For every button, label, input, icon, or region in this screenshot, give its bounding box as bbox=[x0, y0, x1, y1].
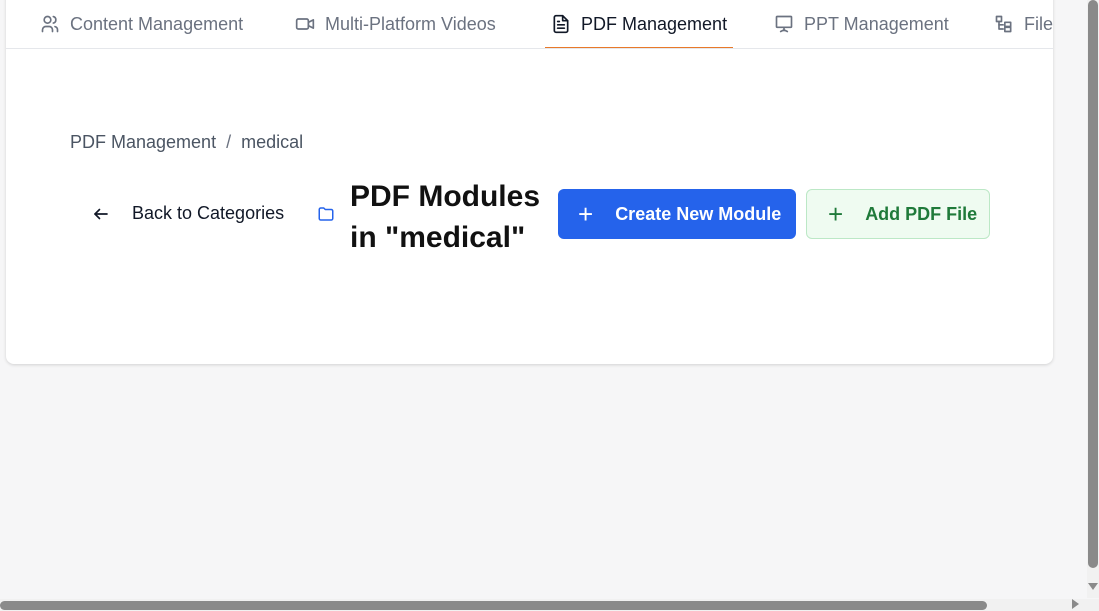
create-new-module-button[interactable]: + Create New Module bbox=[558, 189, 796, 239]
users-icon bbox=[40, 14, 60, 34]
tab-bar: Content Management Multi-Platform Videos… bbox=[6, 0, 1053, 49]
scroll-right-arrow-icon[interactable] bbox=[1072, 599, 1079, 609]
document-icon bbox=[551, 14, 571, 34]
tab-label: Multi-Platform Videos bbox=[325, 13, 496, 34]
tab-pdf-management[interactable]: PDF Management bbox=[544, 0, 734, 48]
back-to-categories-button[interactable]: Back to Categories bbox=[92, 203, 284, 224]
tab-label: PDF Management bbox=[581, 13, 728, 34]
file-tree-icon bbox=[994, 14, 1014, 34]
tab-label: PPT Management bbox=[804, 13, 949, 34]
page-title: PDF Modules in "medical" bbox=[350, 180, 541, 254]
video-icon bbox=[295, 14, 315, 34]
breadcrumb: PDF Management / medical bbox=[70, 132, 303, 153]
plus-icon: + bbox=[828, 199, 844, 229]
horizontal-scrollbar-thumb[interactable] bbox=[0, 601, 987, 610]
arrow-left-icon bbox=[92, 205, 110, 223]
breadcrumb-parent-link[interactable]: PDF Management bbox=[70, 132, 216, 153]
breadcrumb-separator: / bbox=[226, 132, 232, 152]
tab-file-management[interactable]: File Ma bbox=[994, 0, 1053, 48]
back-label: Back to Categories bbox=[132, 203, 285, 223]
create-button-label: Create New Module bbox=[615, 203, 782, 224]
horizontal-scrollbar[interactable] bbox=[0, 599, 1099, 611]
plus-icon: + bbox=[578, 199, 594, 229]
presentation-icon bbox=[774, 14, 794, 34]
vertical-scrollbar[interactable] bbox=[1087, 0, 1099, 598]
scroll-down-arrow-icon[interactable] bbox=[1088, 583, 1098, 590]
add-pdf-file-button[interactable]: + Add PDF File bbox=[806, 189, 990, 239]
add-button-label: Add PDF File bbox=[865, 203, 978, 224]
tab-ppt-management[interactable]: PPT Management bbox=[774, 0, 949, 48]
tab-multi-platform-videos[interactable]: Multi-Platform Videos bbox=[295, 0, 496, 48]
tab-content-management[interactable]: Content Management bbox=[40, 0, 243, 48]
breadcrumb-current: medical bbox=[241, 132, 304, 152]
folder-icon bbox=[317, 205, 335, 223]
main-card: Content Management Multi-Platform Videos… bbox=[6, 0, 1053, 364]
tab-label: File Ma bbox=[1024, 13, 1053, 34]
tab-label: Content Management bbox=[70, 13, 244, 34]
vertical-scrollbar-thumb[interactable] bbox=[1088, 0, 1098, 568]
